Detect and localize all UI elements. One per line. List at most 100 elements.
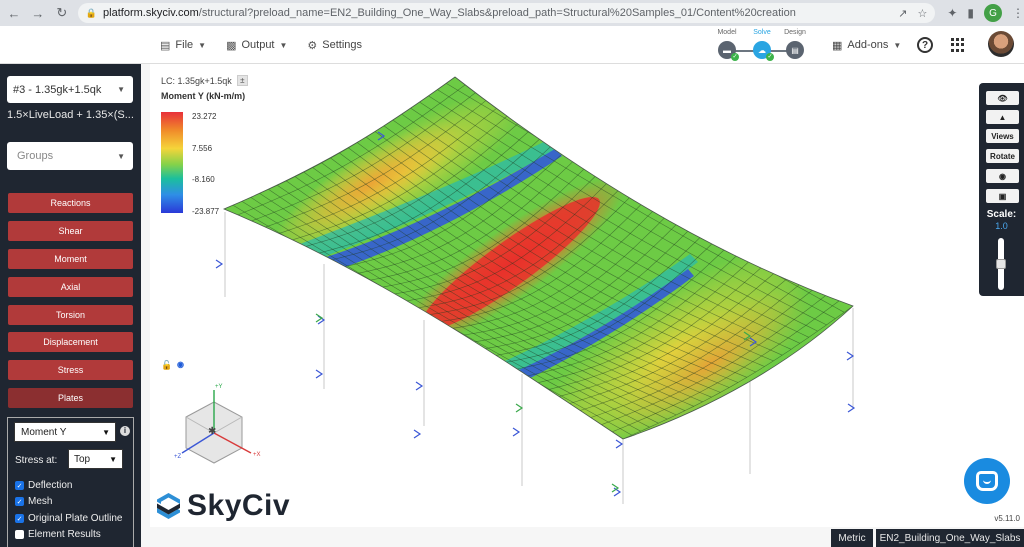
sidepanel-icon[interactable]: ▮ xyxy=(967,6,974,20)
deflection-checkbox[interactable]: ✓ Deflection xyxy=(15,480,72,491)
output-menu[interactable]: ▩ Output ▼ xyxy=(226,39,287,52)
element-results-checkbox[interactable]: Element Results xyxy=(15,529,101,540)
chevron-down-icon: ▼ xyxy=(109,454,117,464)
workflow-step-model[interactable]: Model ▬ ✓ xyxy=(712,29,742,61)
chevron-down-icon: ▼ xyxy=(117,85,125,94)
plate-result-select[interactable]: Moment Y ▼ xyxy=(14,422,116,442)
stress-at-value: Top xyxy=(74,453,91,465)
workflow-step-label: Solve xyxy=(753,29,771,36)
axis-label-y: +Y xyxy=(215,384,223,390)
url-host: platform.skyciv.com xyxy=(103,7,199,19)
plus-minus-icon[interactable]: ± xyxy=(236,75,248,86)
reload-icon[interactable]: ↻ xyxy=(52,3,72,23)
video-camera-icon[interactable]: ◉ xyxy=(177,360,184,369)
units-tab[interactable]: Metric xyxy=(831,529,873,547)
workflow-step-label: Model xyxy=(717,29,737,36)
legend-title: Moment Y (kN-m/m) xyxy=(161,91,246,101)
user-avatar[interactable] xyxy=(988,31,1014,57)
plates-options-panel: Moment Y ▼ i Stress at: Top ▼ ✓ Deflecti… xyxy=(7,417,134,547)
axis-label-x: +X xyxy=(253,452,261,458)
help-icon[interactable]: ? xyxy=(917,37,933,53)
scale-slider-handle[interactable] xyxy=(996,259,1006,269)
reactions-button[interactable]: Reactions xyxy=(8,193,133,213)
file-icon: ▤ xyxy=(160,39,171,52)
project-name-tab[interactable]: EN2_Building_One_Way_Slabs xyxy=(876,529,1024,547)
checkbox-label: Original Plate Outline xyxy=(28,513,123,524)
settings-menu[interactable]: ⚙ Settings xyxy=(307,39,362,52)
cloud-icon: ☁ ✓ xyxy=(753,41,774,61)
legend-value-mid-low: -8.160 xyxy=(192,175,215,184)
skyciv-logo-mark xyxy=(157,493,180,519)
workflow-step-design[interactable]: Design ▤ xyxy=(780,29,810,59)
file-menu[interactable]: ▤ File ▼ xyxy=(160,39,206,52)
shear-button[interactable]: Shear xyxy=(8,221,133,241)
chevron-down-icon: ▼ xyxy=(102,427,110,437)
output-menu-label: Output xyxy=(241,39,275,51)
svg-text:✱: ✱ xyxy=(208,426,216,437)
addons-menu-label: Add-ons xyxy=(847,39,889,51)
addons-menu[interactable]: ▦ Add-ons ▼ xyxy=(832,26,901,64)
rotate-button[interactable]: Rotate xyxy=(986,149,1019,163)
load-combo-description: 1.5×LiveLoad + 1.35×(S... xyxy=(7,109,134,121)
chat-bubble-icon xyxy=(976,471,998,491)
unlock-icon[interactable]: 🔓 xyxy=(161,360,172,371)
bookmark-star-icon[interactable]: ☆ xyxy=(917,7,927,20)
scale-value: 1.0 xyxy=(995,221,1008,231)
address-bar[interactable]: 🔒 platform.skyciv.com /structural?preloa… xyxy=(77,3,936,23)
checkbox-checked-icon: ✓ xyxy=(15,514,24,523)
version-label: v5.11.0 xyxy=(994,514,1020,523)
settings-menu-label: Settings xyxy=(322,39,363,51)
workflow-stepper: Model ▬ ✓ Solve ☁ ✓ Design ▤ xyxy=(712,29,812,61)
chevron-down-icon: ▼ xyxy=(279,40,288,50)
chart-area-icon[interactable]: ▲ xyxy=(986,110,1019,124)
browser-chrome: ← → ↻ 🔒 platform.skyciv.com /structural?… xyxy=(0,0,1024,26)
plates-button[interactable]: Plates xyxy=(8,388,133,408)
checkbox-checked-icon: ✓ xyxy=(15,481,24,490)
load-combo-value: #3 - 1.35gk+1.5qk xyxy=(13,83,102,96)
app-toolbar: ▤ File ▼ ▩ Output ▼ ⚙ Settings Model ▬ ✓ … xyxy=(0,26,1024,64)
results-sidebar: #3 - 1.35gk+1.5qk ▼ 1.5×LiveLoad + 1.35×… xyxy=(0,64,141,547)
groups-placeholder: Groups xyxy=(17,150,54,162)
workflow-step-solve[interactable]: Solve ☁ ✓ xyxy=(747,29,777,61)
share-icon[interactable]: ↗ xyxy=(898,7,907,20)
views-button[interactable]: Views xyxy=(986,129,1019,143)
view-tools-panel: 👁 ▲ Views Rotate ◉ ▣ Scale: 1.0 xyxy=(979,83,1024,296)
model-viewport[interactable]: ✱ +Y +X +Z LC: 1.35gk+1.5qk ± Moment Y (… xyxy=(150,64,1024,527)
legend-value-mid-high: 7.556 xyxy=(192,144,213,153)
stress-button[interactable]: Stress xyxy=(8,360,133,380)
back-icon[interactable]: ← xyxy=(4,3,24,23)
profile-avatar[interactable]: G xyxy=(983,4,1002,22)
model-icon: ▬ ✓ xyxy=(718,41,739,61)
axes-gizmo[interactable]: ✱ xyxy=(181,390,252,464)
load-combo-overlay: LC: 1.35gk+1.5qk ± xyxy=(161,75,248,86)
browser-menu-icon[interactable]: ⋮ xyxy=(1012,6,1024,20)
legend-color-bar xyxy=(161,112,183,213)
visibility-eye-icon[interactable]: 👁 xyxy=(986,91,1019,105)
legend-value-min: -23.877 xyxy=(192,207,220,216)
displacement-button[interactable]: Displacement xyxy=(8,332,133,352)
chat-launcher-button[interactable] xyxy=(964,458,1010,504)
scale-slider[interactable] xyxy=(996,238,1006,290)
axial-button[interactable]: Axial xyxy=(8,277,133,297)
load-combo-select[interactable]: #3 - 1.35gk+1.5qk ▼ xyxy=(7,76,133,103)
mesh-checkbox[interactable]: ✓ Mesh xyxy=(15,496,52,507)
skyciv-logo-text: SkyCiv xyxy=(187,489,291,522)
info-icon[interactable]: i xyxy=(120,426,130,436)
chevron-down-icon: ▼ xyxy=(198,40,207,50)
groups-select[interactable]: Groups ▼ xyxy=(7,142,133,170)
forward-icon[interactable]: → xyxy=(28,3,48,23)
cube-icon[interactable]: ▣ xyxy=(986,189,1019,203)
moment-button[interactable]: Moment xyxy=(8,249,133,269)
original-plate-outline-checkbox[interactable]: ✓ Original Plate Outline xyxy=(15,513,123,524)
camera-icon[interactable]: ◉ xyxy=(986,169,1019,183)
torsion-button[interactable]: Torsion xyxy=(8,305,133,325)
checkbox-unchecked-icon xyxy=(15,530,24,539)
plate-contour-model[interactable]: ✱ +Y +X +Z xyxy=(150,64,1024,527)
extensions-puzzle-icon[interactable]: ✦ xyxy=(947,6,957,20)
check-icon: ✓ xyxy=(766,53,774,61)
legend-value-max: 23.272 xyxy=(192,112,217,121)
checkbox-label: Deflection xyxy=(28,480,73,491)
stress-at-select[interactable]: Top ▼ xyxy=(68,449,123,469)
apps-grid-icon[interactable] xyxy=(951,38,965,52)
file-menu-label: File xyxy=(175,39,194,51)
